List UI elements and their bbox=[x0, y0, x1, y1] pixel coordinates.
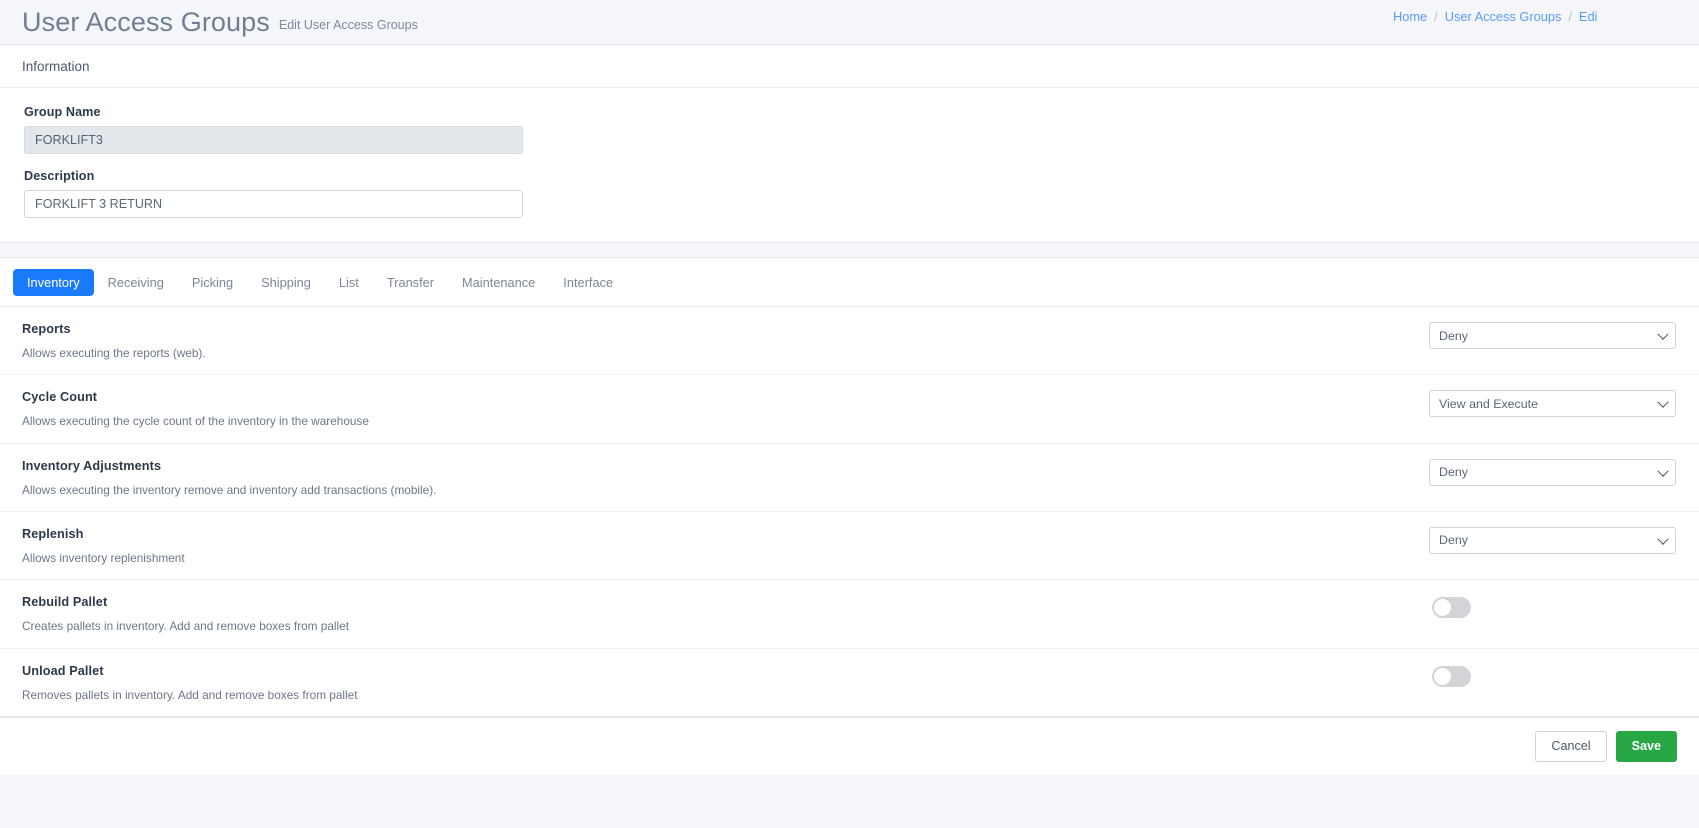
permission-control: Deny bbox=[1429, 526, 1677, 554]
breadcrumb-item-user-access-groups[interactable]: User Access Groups bbox=[1445, 9, 1562, 24]
permission-description: Allows executing the inventory remove an… bbox=[22, 483, 1429, 498]
chevron-down-icon: View and Execute bbox=[1429, 390, 1676, 417]
group-name-input[interactable] bbox=[24, 126, 523, 154]
permission-control: View and Execute bbox=[1429, 389, 1677, 417]
permission-title: Reports bbox=[22, 322, 1429, 336]
permission-select-inventory-adjustments[interactable]: Deny bbox=[1429, 459, 1676, 486]
permissions-card: Inventory Receiving Picking Shipping Lis… bbox=[0, 257, 1699, 717]
permission-select-reports[interactable]: Deny bbox=[1429, 322, 1676, 349]
permission-text: Reports Allows executing the reports (we… bbox=[22, 321, 1429, 361]
permission-title: Inventory Adjustments bbox=[22, 459, 1429, 473]
permission-description: Allows inventory replenishment bbox=[22, 551, 1429, 566]
information-card: Information Group Name Description bbox=[0, 44, 1699, 243]
permission-list: Reports Allows executing the reports (we… bbox=[0, 307, 1699, 716]
permission-toggle-unload-pallet[interactable] bbox=[1432, 666, 1471, 687]
permission-text: Rebuild Pallet Creates pallets in invent… bbox=[22, 594, 1429, 634]
permission-description: Allows executing the reports (web). bbox=[22, 346, 1429, 361]
information-card-title: Information bbox=[0, 45, 1699, 88]
form-footer: Cancel Save bbox=[0, 717, 1699, 775]
permission-text: Unload Pallet Removes pallets in invento… bbox=[22, 663, 1429, 703]
permission-row: Rebuild Pallet Creates pallets in invent… bbox=[0, 580, 1699, 648]
group-name-label: Group Name bbox=[24, 105, 1677, 119]
breadcrumb-separator: / bbox=[1568, 9, 1572, 24]
permission-title: Replenish bbox=[22, 527, 1429, 541]
permission-row: Replenish Allows inventory replenishment… bbox=[0, 512, 1699, 580]
permission-description: Creates pallets in inventory. Add and re… bbox=[22, 619, 1429, 634]
cancel-button[interactable]: Cancel bbox=[1535, 731, 1606, 762]
tab-interface[interactable]: Interface bbox=[549, 269, 627, 296]
tab-bar: Inventory Receiving Picking Shipping Lis… bbox=[0, 258, 1699, 307]
tab-maintenance[interactable]: Maintenance bbox=[448, 269, 549, 296]
permission-text: Cycle Count Allows executing the cycle c… bbox=[22, 389, 1429, 429]
permission-text: Inventory Adjustments Allows executing t… bbox=[22, 458, 1429, 498]
permission-toggle-rebuild-pallet[interactable] bbox=[1432, 597, 1471, 618]
page-subtitle: Edit User Access Groups bbox=[279, 18, 418, 32]
toggle-knob bbox=[1434, 668, 1451, 685]
permission-description: Allows executing the cycle count of the … bbox=[22, 414, 1429, 429]
permission-title: Unload Pallet bbox=[22, 664, 1429, 678]
information-card-body: Group Name Description bbox=[0, 88, 1699, 242]
page-header: User Access Groups Edit User Access Grou… bbox=[0, 0, 1699, 44]
permission-control: Deny bbox=[1429, 458, 1677, 486]
tab-picking[interactable]: Picking bbox=[178, 269, 247, 296]
tab-list[interactable]: List bbox=[325, 269, 373, 296]
permission-title: Rebuild Pallet bbox=[22, 595, 1429, 609]
chevron-down-icon: Deny bbox=[1429, 527, 1676, 554]
tab-transfer[interactable]: Transfer bbox=[373, 269, 448, 296]
tab-receiving[interactable]: Receiving bbox=[94, 269, 178, 296]
permission-title: Cycle Count bbox=[22, 390, 1429, 404]
tab-shipping[interactable]: Shipping bbox=[247, 269, 325, 296]
description-label: Description bbox=[24, 169, 1677, 183]
description-field: Description bbox=[24, 169, 1677, 218]
breadcrumb: Home / User Access Groups / Edi bbox=[1393, 9, 1597, 24]
breadcrumb-item-home[interactable]: Home bbox=[1393, 9, 1427, 24]
permission-row: Inventory Adjustments Allows executing t… bbox=[0, 444, 1699, 512]
toggle-knob bbox=[1434, 599, 1451, 616]
breadcrumb-item-edit[interactable]: Edi bbox=[1579, 9, 1598, 24]
section-gap bbox=[0, 243, 1699, 257]
permission-row: Unload Pallet Removes pallets in invento… bbox=[0, 649, 1699, 716]
permission-row: Reports Allows executing the reports (we… bbox=[0, 307, 1699, 375]
permission-control: Deny bbox=[1429, 321, 1677, 349]
chevron-down-icon: Deny bbox=[1429, 459, 1676, 486]
save-button[interactable]: Save bbox=[1616, 731, 1677, 762]
group-name-field: Group Name bbox=[24, 105, 1677, 154]
permission-control bbox=[1429, 663, 1677, 687]
chevron-down-icon: Deny bbox=[1429, 322, 1676, 349]
permission-select-replenish[interactable]: Deny bbox=[1429, 527, 1676, 554]
permission-description: Removes pallets in inventory. Add and re… bbox=[22, 688, 1429, 703]
permission-control bbox=[1429, 594, 1677, 618]
description-input[interactable] bbox=[24, 190, 523, 218]
breadcrumb-separator: / bbox=[1434, 9, 1438, 24]
page-root: User Access Groups Edit User Access Grou… bbox=[0, 0, 1699, 828]
permission-text: Replenish Allows inventory replenishment bbox=[22, 526, 1429, 566]
tab-inventory[interactable]: Inventory bbox=[13, 269, 94, 296]
permission-row: Cycle Count Allows executing the cycle c… bbox=[0, 375, 1699, 443]
permission-select-cycle-count[interactable]: View and Execute bbox=[1429, 390, 1676, 417]
page-title: User Access Groups bbox=[22, 9, 270, 36]
